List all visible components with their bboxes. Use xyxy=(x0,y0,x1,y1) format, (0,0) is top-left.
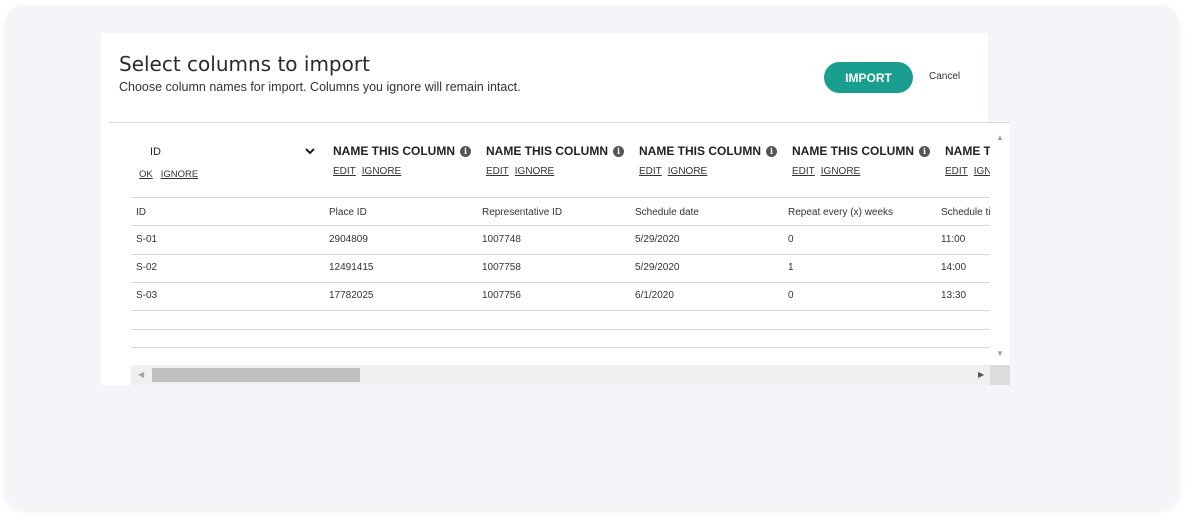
field-name: ID xyxy=(136,207,146,218)
import-button[interactable]: IMPORT xyxy=(824,62,913,93)
dialog-subtitle: Choose column names for import. Columns … xyxy=(119,80,521,94)
ignore-link[interactable]: IGNORE xyxy=(668,166,707,177)
ignore-link[interactable]: IGNORE xyxy=(821,166,860,177)
table-cell: 1007756 xyxy=(482,290,521,301)
ignore-link[interactable]: IGNORE xyxy=(974,166,990,177)
info-icon[interactable]: i xyxy=(460,145,471,157)
column-place-id: NAME THIS COLUMN i EDIT IGNORE Place ID 2… xyxy=(329,123,482,365)
table-cell: 1007758 xyxy=(482,262,521,273)
column-header-title: NAME THIS COLUMN i xyxy=(945,144,990,158)
column-header-label: NAME THIS COLUMN xyxy=(486,144,608,158)
edit-link[interactable]: EDIT xyxy=(945,166,968,177)
scroll-left-icon[interactable]: ◀ xyxy=(138,370,144,379)
table-cell: S-03 xyxy=(136,290,158,301)
column-actions: EDIT IGNORE xyxy=(639,166,713,177)
edit-link[interactable]: EDIT xyxy=(792,166,815,177)
data-grid: ID OK IGNORE ID S-01 S-02 S-03 NAME THIS … xyxy=(131,123,990,365)
column-actions: OK IGNORE xyxy=(139,169,206,180)
table-cell: 1 xyxy=(788,262,794,273)
ignore-link[interactable]: IGNORE xyxy=(515,166,554,177)
scroll-right-icon[interactable]: ▶ xyxy=(978,370,984,379)
column-id: ID OK IGNORE ID S-01 S-02 S-03 xyxy=(131,123,321,365)
column-header-title: NAME THIS COLUMN i xyxy=(486,144,624,158)
table-cell: 17782025 xyxy=(329,290,374,301)
table-cell: 1007748 xyxy=(482,234,521,245)
column-actions: EDIT IGNORE xyxy=(486,166,560,177)
edit-link[interactable]: EDIT xyxy=(333,166,356,177)
ok-link[interactable]: OK xyxy=(139,169,153,180)
column-schedule-time: NAME THIS COLUMN i EDIT IGNORE Schedule t… xyxy=(941,123,990,365)
table-cell: 0 xyxy=(788,234,794,245)
table-cell: 12491415 xyxy=(329,262,374,273)
dialog-title: Select columns to import xyxy=(119,52,370,76)
scroll-up-icon[interactable]: ▲ xyxy=(996,133,1004,142)
column-actions: EDIT IGNORE xyxy=(792,166,866,177)
info-icon[interactable]: i xyxy=(766,145,777,157)
field-name: Schedule date xyxy=(635,207,699,218)
edit-link[interactable]: EDIT xyxy=(486,166,509,177)
ignore-link[interactable]: IGNORE xyxy=(161,169,198,180)
field-name: Representative ID xyxy=(482,207,563,218)
table-cell: 11:00 xyxy=(941,234,966,245)
table-cell: 13:30 xyxy=(941,290,967,301)
table-cell: 6/1/2020 xyxy=(635,290,674,301)
column-header-label: NAME THIS COLUMN xyxy=(333,144,455,158)
vertical-scrollbar[interactable]: ▲ ▼ xyxy=(990,123,1010,365)
scrollbar-thumb[interactable] xyxy=(152,368,360,382)
column-header-title: NAME THIS COLUMN i xyxy=(792,144,930,158)
cancel-link[interactable]: Cancel xyxy=(929,71,960,82)
info-icon[interactable]: i xyxy=(919,145,930,157)
table-cell: 14:00 xyxy=(941,262,967,273)
column-header-title: NAME THIS COLUMN i xyxy=(639,144,777,158)
column-header-label: NAME THIS COLUMN xyxy=(639,144,761,158)
horizontal-scrollbar[interactable]: ◀ ▶ xyxy=(131,365,990,385)
table-cell: 0 xyxy=(788,290,794,301)
column-repeat-weeks: NAME THIS COLUMN i EDIT IGNORE Repeat eve… xyxy=(788,123,941,365)
scroll-down-icon[interactable]: ▼ xyxy=(996,349,1004,358)
field-name: Repeat every (x) weeks xyxy=(788,207,894,218)
column-header-title: ID xyxy=(150,146,161,158)
column-schedule-date: NAME THIS COLUMN i EDIT IGNORE Schedule d… xyxy=(635,123,788,365)
table-cell: 5/29/2020 xyxy=(635,234,680,245)
ignore-link[interactable]: IGNORE xyxy=(362,166,401,177)
column-representative-id: NAME THIS COLUMN i EDIT IGNORE Representa… xyxy=(482,123,635,365)
table-cell: S-02 xyxy=(136,262,158,273)
table-cell: 2904809 xyxy=(329,234,368,245)
column-actions: EDIT IGNORE xyxy=(945,166,990,177)
field-name: Place ID xyxy=(329,207,367,218)
column-header-title: NAME THIS COLUMN i xyxy=(333,144,471,158)
scrollbar-corner xyxy=(990,365,1010,385)
info-icon[interactable]: i xyxy=(613,145,624,157)
column-header-label: NAME THIS COLUMN xyxy=(945,144,990,158)
column-header-label: NAME THIS COLUMN xyxy=(792,144,914,158)
field-name: Schedule time xyxy=(941,207,990,218)
column-actions: EDIT IGNORE xyxy=(333,166,407,177)
table-cell: S-01 xyxy=(136,234,158,245)
table-cell: 5/29/2020 xyxy=(635,262,680,273)
chevron-down-icon[interactable] xyxy=(304,145,316,157)
edit-link[interactable]: EDIT xyxy=(639,166,662,177)
